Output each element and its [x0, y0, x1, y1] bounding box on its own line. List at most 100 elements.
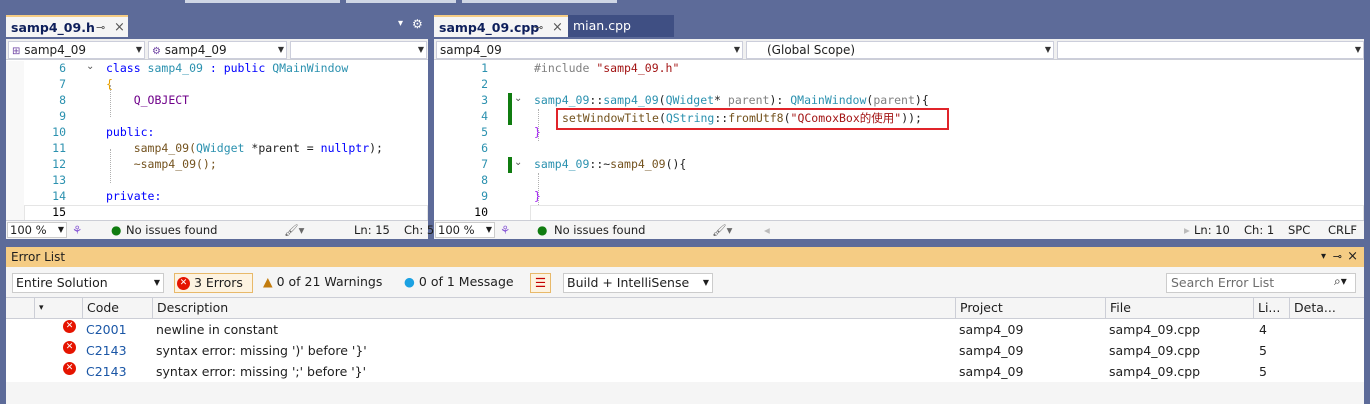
- third-dropdown[interactable]: ▼: [1057, 41, 1364, 59]
- warnings-filter-button[interactable]: ▲ 0 of 21 Warnings: [263, 273, 388, 293]
- right-editor[interactable]: samp4_09 ▼ (Global Scope) ▼ ▼ 1 2 3 4 5 6 7 8 9 1…: [434, 39, 1364, 239]
- code-line-11[interactable]: samp4_09(QWidget *parent = nullptr);: [106, 141, 383, 155]
- error-row[interactable]: ✕ C2001 newline in constant samp4_09 samp4_0…: [6, 319, 1364, 340]
- scroll-left-icon[interactable]: ◂: [764, 221, 770, 239]
- column-project[interactable]: Project: [955, 298, 1105, 318]
- change-marker: [508, 157, 512, 173]
- tab-label: samp4_09.h: [11, 20, 95, 35]
- error-project: samp4_09: [959, 322, 1024, 337]
- column-details[interactable]: Deta...: [1289, 298, 1364, 318]
- code-line-7[interactable]: samp4_09::~samp4_09(){: [534, 157, 686, 171]
- code-line-14[interactable]: private:: [106, 189, 161, 203]
- error-description: syntax error: missing ')' before '}': [156, 343, 367, 358]
- code-line-3[interactable]: samp4_09::samp4_09(QWidget* parent): QMa…: [534, 93, 929, 107]
- line-ending-indicator[interactable]: CRLF: [1328, 221, 1357, 239]
- column-file[interactable]: File: [1105, 298, 1253, 318]
- ai-icon[interactable]: ⚘: [500, 221, 510, 239]
- zoom-dropdown[interactable]: 100 % ▼: [435, 222, 495, 238]
- scope-dropdown[interactable]: (Global Scope) ▼: [746, 41, 1054, 59]
- brush-icon[interactable]: 🖌▾: [284, 221, 304, 239]
- close-icon[interactable]: ×: [552, 17, 563, 37]
- error-file: samp4_09.cpp: [1109, 364, 1201, 379]
- scope-dropdown[interactable]: Entire Solution ▼: [12, 273, 164, 293]
- collapse-icon[interactable]: ⌄: [514, 93, 522, 104]
- status-bar: 100 % ▼ ⚘ ● No issues found 🖌▾ Ln: 15 Ch:…: [6, 220, 434, 239]
- column-indicator[interactable]: Ch: 1: [1244, 221, 1274, 239]
- messages-filter-button[interactable]: ● 0 of 1 Message: [404, 273, 519, 293]
- code-line-4[interactable]: setWindowTitle(QString::fromUtf8("QComox…: [562, 110, 922, 126]
- line-indicator[interactable]: Ln: 10: [1194, 221, 1230, 239]
- collapse-icon[interactable]: ⌄: [514, 157, 522, 168]
- errors-filter-button[interactable]: ✕ 3 Errors: [174, 273, 253, 293]
- line-number: 4: [481, 109, 488, 123]
- chevron-down-icon[interactable]: ▾: [1321, 247, 1326, 267]
- search-input[interactable]: Search Error List: [1166, 273, 1356, 293]
- error-list-titlebar: Error List ▾ ⊸ ×: [6, 247, 1364, 267]
- code-line-8[interactable]: Q_OBJECT: [106, 93, 189, 107]
- line-number: 5: [481, 125, 488, 139]
- current-line-highlight: [24, 205, 428, 221]
- class-dropdown[interactable]: ⊞ samp4_09 ▼: [8, 41, 145, 59]
- line-number: 6: [59, 61, 66, 75]
- filter-icon[interactable]: ☰: [530, 273, 551, 293]
- tab-overflow-dropdown-icon[interactable]: ▾: [398, 18, 403, 29]
- code-line-1[interactable]: #include "samp4_09.h": [534, 61, 679, 75]
- code-line-12[interactable]: ~samp4_09();: [106, 157, 217, 171]
- member-dropdown[interactable]: ⚙ samp4_09 ▼: [148, 41, 287, 59]
- chevron-down-icon: ▼: [417, 45, 424, 54]
- line-number: 1: [481, 61, 488, 75]
- error-list-title: Error List: [11, 250, 66, 264]
- third-dropdown[interactable]: ▼: [290, 41, 427, 59]
- line-indicator[interactable]: Ln: 15: [354, 221, 390, 239]
- top-strip: [0, 0, 1370, 14]
- sort-icon[interactable]: ▾: [34, 298, 82, 318]
- error-code[interactable]: C2143: [86, 361, 127, 382]
- error-row[interactable]: ✕ C2143 syntax error: missing ')' before '…: [6, 340, 1364, 361]
- margin: [6, 61, 24, 221]
- current-line-highlight: [530, 205, 1364, 221]
- scroll-right-icon[interactable]: ▸: [1184, 221, 1190, 239]
- search-icon[interactable]: ⌕▾: [1334, 274, 1347, 289]
- close-icon[interactable]: ×: [1347, 247, 1358, 267]
- code-line-10[interactable]: public:: [106, 125, 154, 139]
- column-indicator[interactable]: Ch: 5: [404, 221, 434, 239]
- code-line-6[interactable]: class samp4_09 : public QMainWindow: [106, 61, 348, 75]
- tab-samp4-09-cpp[interactable]: samp4_09.cpp ⊸ ×: [434, 15, 568, 37]
- code-line-5[interactable]: }: [534, 125, 541, 139]
- column-line[interactable]: Li...: [1253, 298, 1289, 318]
- toolbar-stub: [346, 0, 456, 3]
- code-line-9[interactable]: }: [534, 189, 541, 203]
- tab-mian-cpp[interactable]: mian.cpp: [568, 15, 674, 37]
- settings-icon[interactable]: ⚙: [412, 17, 423, 31]
- tab-samp4-09-h[interactable]: samp4_09.h ⊸ ×: [6, 15, 128, 37]
- pin-icon[interactable]: ⊸: [96, 17, 105, 37]
- collapse-icon[interactable]: ⌄: [86, 61, 94, 72]
- status-bar: 100 % ▼ ⚘ ● No issues found 🖌▾ ◂ ▸ Ln: 10…: [434, 220, 1364, 239]
- project-dropdown[interactable]: samp4_09 ▼: [436, 41, 743, 59]
- pin-icon[interactable]: ⊸: [534, 17, 543, 37]
- line-number: 6: [481, 141, 488, 155]
- whitespace-indicator[interactable]: SPC: [1288, 221, 1310, 239]
- error-row[interactable]: ✕ C2143 syntax error: missing ';' before '…: [6, 361, 1364, 382]
- line-number: 12: [52, 157, 66, 171]
- left-editor[interactable]: ⊞ samp4_09 ▼ ⚙ samp4_09 ▼ ▼ 6 7 8 9 10 11 12 13…: [6, 39, 434, 239]
- tab-label: samp4_09.cpp: [439, 20, 540, 35]
- error-code[interactable]: C2143: [86, 340, 127, 361]
- issues-status[interactable]: No issues found: [554, 221, 645, 239]
- tab-label: mian.cpp: [573, 18, 631, 33]
- column-description[interactable]: Description: [152, 298, 955, 318]
- close-icon[interactable]: ×: [114, 17, 125, 37]
- zoom-dropdown[interactable]: 100 % ▼: [7, 222, 67, 238]
- column-code[interactable]: Code: [82, 298, 152, 318]
- error-code[interactable]: C2001: [86, 319, 127, 340]
- pin-icon[interactable]: ⊸: [1333, 247, 1342, 267]
- error-description: syntax error: missing ';' before '}': [156, 364, 367, 379]
- code-line-7[interactable]: {: [106, 77, 113, 91]
- line-number: 3: [481, 93, 488, 107]
- chevron-down-icon: ▼: [1044, 45, 1051, 54]
- build-filter-dropdown[interactable]: Build + IntelliSense ▼: [563, 273, 713, 293]
- brush-icon[interactable]: 🖌▾: [712, 221, 732, 239]
- issues-status[interactable]: No issues found: [126, 221, 217, 239]
- error-list-panel: Entire Solution ▼ ✕ 3 Errors ▲ 0 of 21 Wa…: [6, 267, 1364, 404]
- ai-icon[interactable]: ⚘: [72, 221, 82, 239]
